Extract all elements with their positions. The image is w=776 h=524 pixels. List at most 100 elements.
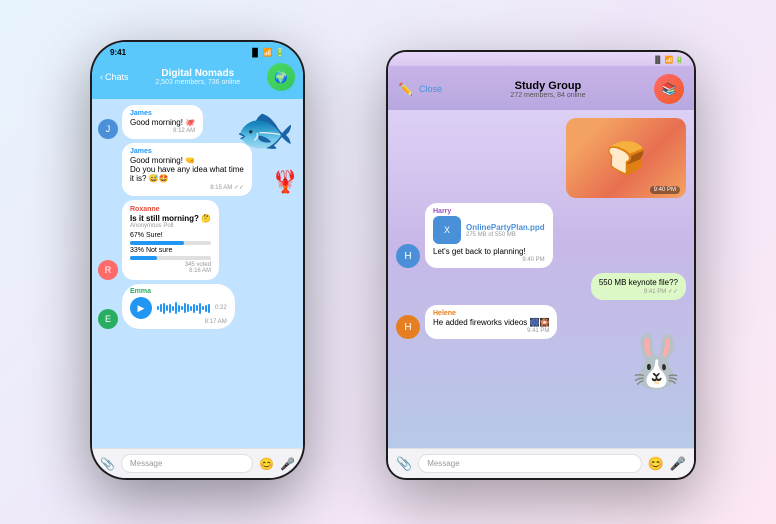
- poll-bar-fill: [130, 256, 157, 260]
- message-time: 9:41 PM ✓✓: [599, 288, 678, 295]
- chat-bubble: James Good morning! 🐙 8:12 AM: [122, 105, 203, 139]
- phone-chat-avatar[interactable]: 🌍: [267, 63, 295, 91]
- wave-bar: [193, 304, 195, 313]
- tablet-chat-title: Study Group: [448, 80, 648, 92]
- message-time: 8:17 AM: [130, 319, 227, 325]
- image-message-row: 🍞 9:40 PM: [396, 118, 686, 198]
- audio-duration: 0:22: [215, 305, 227, 311]
- phone-device: 9:41 ▐▌ 📶 🔋 ‹ Chats Digital Nomads 2,503…: [90, 40, 305, 480]
- wave-bar: [187, 304, 189, 312]
- image-bubble: 🍞 9:40 PM: [566, 118, 686, 198]
- message-text: Good morning! 🐙: [130, 118, 195, 127]
- poll-option: 33% Not sure: [130, 247, 211, 254]
- sender-name: Harry: [433, 208, 545, 215]
- wave-bar: [205, 305, 207, 312]
- attachment-icon[interactable]: 📎: [100, 457, 115, 471]
- file-icon: X: [433, 216, 461, 244]
- chat-bubble: James Good morning! 🤜Do you have any ide…: [122, 143, 252, 196]
- phone-status-bar: 9:41 ▐▌ 📶 🔋: [92, 42, 303, 59]
- file-info: OnlinePartyPlan.ppd 275 MB of 550 MB: [466, 223, 545, 238]
- wave-bar: [199, 303, 201, 314]
- wave-bar: [175, 302, 177, 314]
- tablet-chat-avatar[interactable]: 📚: [654, 74, 684, 104]
- audio-player: ▶: [130, 297, 227, 319]
- phone-time: 9:41: [110, 48, 126, 57]
- poll-type: Anonymous Poll: [130, 223, 211, 229]
- tablet-message-row: H Harry X OnlinePartyPlan.ppd 275 MB of …: [396, 203, 686, 268]
- phone-back-label: Chats: [105, 72, 129, 82]
- file-name: OnlinePartyPlan.ppd: [466, 223, 545, 232]
- sender-name: James: [130, 110, 195, 117]
- message-time: 8:16 AM: [130, 268, 211, 274]
- sender-name: James: [130, 148, 244, 155]
- wave-bar: [184, 303, 186, 313]
- wave-bar: [202, 306, 204, 310]
- tablet-chat-bubble-sent: 550 MB keynote file?? 9:41 PM ✓✓: [591, 273, 686, 300]
- message-text: He added fireworks videos 🎆🎇: [433, 318, 549, 327]
- edit-icon[interactable]: ✏️: [398, 82, 413, 96]
- crab-sticker: 🦞: [272, 169, 299, 195]
- audio-waveform: [157, 301, 210, 315]
- chevron-left-icon: ‹: [100, 72, 103, 82]
- input-placeholder: Message: [427, 459, 459, 468]
- wave-bar: [178, 305, 180, 312]
- audio-play-button[interactable]: ▶: [130, 297, 152, 319]
- wave-bar: [181, 306, 183, 310]
- poll-bar-bg: [130, 241, 211, 245]
- image-time: 9:40 PM: [650, 186, 680, 194]
- audio-bubble: Emma ▶: [122, 284, 235, 329]
- poll-bubble: Roxanne Is it still morning? 🤔 Anonymous…: [122, 200, 219, 280]
- phone-chat-subtitle: 2,503 members, 736 online: [129, 79, 267, 86]
- wave-bar: [208, 304, 210, 313]
- phone-signal-icons: ▐▌ 📶 🔋: [249, 48, 285, 57]
- sender-name: Roxanne: [130, 206, 211, 213]
- avatar: E: [98, 309, 118, 329]
- file-attachment: X OnlinePartyPlan.ppd 275 MB of 550 MB: [433, 216, 545, 244]
- wave-bar: [172, 306, 174, 311]
- wave-bar: [196, 305, 198, 311]
- toast-image: 🍞 9:40 PM: [566, 118, 686, 198]
- attachment-icon[interactable]: 📎: [396, 456, 412, 472]
- phone-header-center: Digital Nomads 2,503 members, 736 online: [129, 68, 267, 86]
- wave-bar: [190, 306, 192, 311]
- message-time: 9:41 PM: [433, 328, 549, 334]
- avatar: J: [98, 119, 118, 139]
- message-time: 8:12 AM: [130, 128, 195, 134]
- phone-header: ‹ Chats Digital Nomads 2,503 members, 73…: [92, 59, 303, 99]
- phone-back-button[interactable]: ‹ Chats: [100, 72, 129, 82]
- message-text: Let's get back to planning!: [433, 247, 545, 256]
- sticker-icon[interactable]: 😊: [648, 456, 664, 472]
- message-text: Good morning! 🤜Do you have any idea what…: [130, 156, 244, 183]
- avatar: R: [98, 260, 118, 280]
- sender-name: Emma: [130, 288, 227, 295]
- phone-chat-area: 🐟 🦞 J James Good morning! 🐙 8:12 AM J Ja…: [92, 99, 303, 448]
- poll-bar-bg: [130, 256, 211, 260]
- phone-message-input[interactable]: Message: [121, 454, 253, 473]
- tablet-chat-bubble: Harry X OnlinePartyPlan.ppd 275 MB of 55…: [425, 203, 553, 268]
- phone-screen: 9:41 ▐▌ 📶 🔋 ‹ Chats Digital Nomads 2,503…: [92, 42, 303, 478]
- tablet-status-bar: ▐▌ 📶 🔋: [388, 52, 694, 66]
- tablet-input-bar: 📎 Message 😊 🎤: [388, 448, 694, 478]
- close-button[interactable]: Close: [419, 84, 442, 94]
- message-time: 9:40 PM: [433, 257, 545, 263]
- tablet-message-row: 550 MB keynote file?? 9:41 PM ✓✓: [396, 273, 686, 300]
- tablet-signal: ▐▌ 📶 🔋: [653, 56, 684, 64]
- wave-bar: [157, 306, 159, 310]
- message-text: 550 MB keynote file??: [599, 278, 678, 287]
- tablet-device: ▐▌ 📶 🔋 ✏️ Close Study Group 272 members,…: [386, 50, 696, 480]
- mic-icon[interactable]: 🎤: [280, 457, 295, 471]
- wave-bar: [169, 304, 171, 313]
- wave-bar: [163, 303, 165, 314]
- wave-bar: [166, 305, 168, 311]
- sender-name: Helene: [433, 310, 549, 317]
- mic-icon[interactable]: 🎤: [670, 456, 686, 472]
- tablet-header: ✏️ Close Study Group 272 members, 84 onl…: [388, 66, 694, 110]
- poll-title: Is it still morning? 🤔: [130, 214, 211, 223]
- tablet-message-input[interactable]: Message: [418, 454, 641, 473]
- file-size: 275 MB of 550 MB: [466, 232, 545, 238]
- wave-bar: [160, 304, 162, 312]
- avatar: H: [396, 315, 420, 339]
- tablet-chat-area: 🍞 9:40 PM H Harry X OnlinePartyPlan.ppd …: [388, 110, 694, 448]
- phone-input-bar: 📎 Message 😊 🎤: [92, 448, 303, 478]
- sticker-icon[interactable]: 😊: [259, 457, 274, 471]
